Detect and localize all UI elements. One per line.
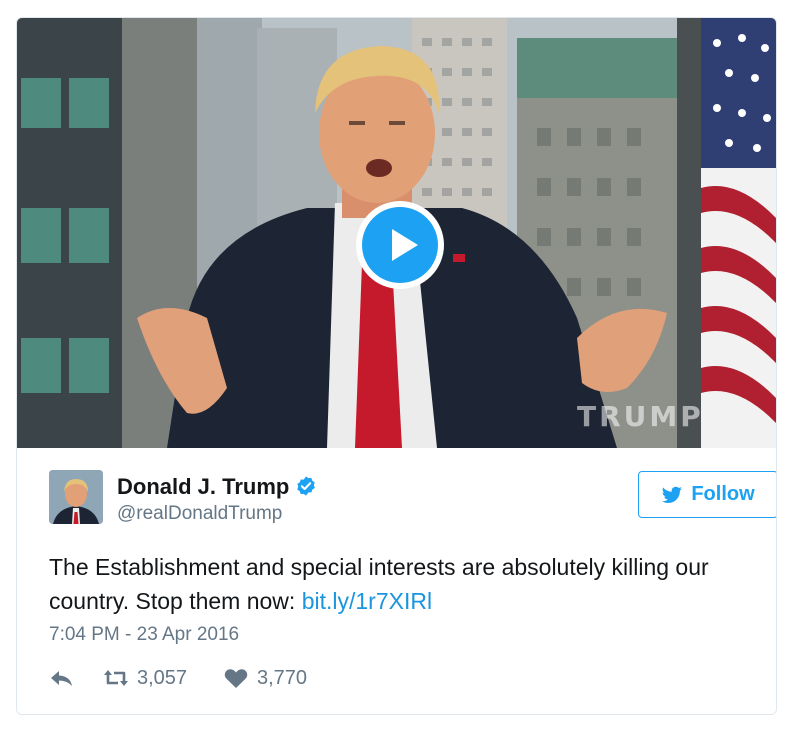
- retweet-count: 3,057: [137, 666, 188, 689]
- author-display-name[interactable]: Donald J. Trump: [117, 474, 289, 500]
- author-info[interactable]: Donald J. Trump @realDonaldTrump: [117, 474, 317, 526]
- author-handle[interactable]: @realDonaldTrump: [117, 502, 317, 526]
- tweet-link[interactable]: bit.ly/1r7XIRl: [302, 588, 432, 614]
- tweet-actions: 3,057 3,770: [49, 664, 307, 692]
- twitter-bird-icon: [662, 486, 683, 503]
- tweet-timestamp[interactable]: 7:04 PM - 23 Apr 2016: [49, 624, 239, 646]
- video-thumbnail[interactable]: TRUMP: [17, 18, 776, 448]
- heart-icon: [224, 669, 248, 688]
- play-icon-background: [362, 207, 438, 283]
- follow-button[interactable]: Follow: [638, 471, 776, 518]
- profile-photo-icon: [49, 470, 103, 524]
- embedded-tweet-card: TRUMP Donald J. Trump @realDonaldTrump F…: [16, 17, 777, 715]
- avatar[interactable]: [49, 470, 103, 524]
- verified-badge-icon: [297, 476, 316, 496]
- retweet-icon: [104, 670, 128, 686]
- play-icon: [392, 229, 418, 261]
- video-watermark: TRUMP: [577, 400, 704, 433]
- reply-button[interactable]: [49, 667, 103, 689]
- tweet-header: Donald J. Trump @realDonaldTrump Follow: [49, 470, 776, 526]
- retweet-button[interactable]: 3,057: [103, 667, 223, 690]
- like-button[interactable]: 3,770: [223, 667, 307, 690]
- like-count: 3,770: [257, 666, 308, 689]
- follow-label: Follow: [691, 483, 755, 505]
- reply-icon: [51, 671, 72, 686]
- play-button[interactable]: [356, 201, 444, 289]
- tweet-text: The Establishment and special interests …: [49, 550, 749, 618]
